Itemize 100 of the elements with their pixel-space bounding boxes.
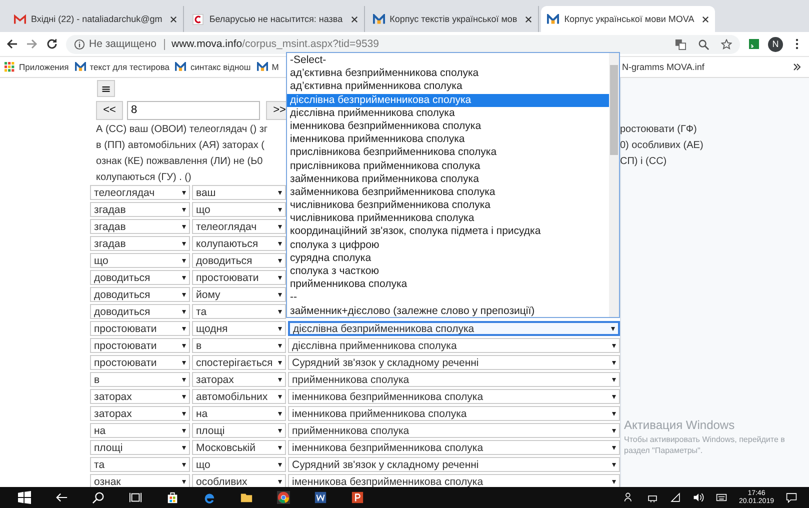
- previous-button[interactable]: <<: [96, 100, 123, 120]
- dependent-word-select[interactable]: простоювати: [192, 270, 286, 285]
- close-icon[interactable]: [525, 16, 532, 22]
- dependent-word-select[interactable]: автомобільних: [192, 389, 286, 404]
- head-word-select[interactable]: простоювати: [90, 355, 190, 370]
- head-word-select[interactable]: доводиться: [90, 270, 190, 285]
- dropdown-option[interactable]: -Select-: [287, 54, 609, 68]
- dropdown-option[interactable]: --: [287, 291, 609, 305]
- relation-select[interactable]: дієслівна безприйменникова сполука: [288, 321, 620, 336]
- dropdown-option[interactable]: сурядна сполука: [287, 252, 609, 265]
- dropdown-option[interactable]: іменникова прийменникова сполука: [287, 133, 609, 146]
- volume-icon[interactable]: [692, 492, 704, 503]
- dependent-word-select[interactable]: щодня: [192, 321, 286, 336]
- relation-select[interactable]: іменникова прийменникова сполука: [288, 406, 620, 421]
- dependent-word-select[interactable]: спостерігається: [192, 355, 286, 370]
- head-word-select[interactable]: згадав: [90, 219, 190, 234]
- relation-select[interactable]: дієслівна прийменникова сполука: [288, 338, 620, 353]
- dropdown-option[interactable]: займенник+дієслово (залежне слово у препозиції): [287, 304, 609, 318]
- dependent-word-select[interactable]: що: [192, 202, 286, 217]
- folder-icon[interactable]: [240, 491, 253, 504]
- head-word-select[interactable]: на: [90, 423, 190, 438]
- task-view-icon[interactable]: [129, 491, 142, 504]
- address-bar[interactable]: Не защищено www.mova.info/corpus_msint.aspx?tid=9539: [66, 34, 740, 54]
- back-icon[interactable]: [55, 491, 68, 504]
- dependent-word-select[interactable]: на: [192, 406, 286, 421]
- dropdown-option[interactable]: займенникова безприйменникова сполука: [287, 186, 609, 200]
- word-icon[interactable]: [314, 491, 327, 504]
- relation-select[interactable]: Сурядний зв'язок у складному реченні: [288, 457, 620, 472]
- head-word-select[interactable]: доводиться: [90, 287, 190, 302]
- browser-tab[interactable]: Вхідні (22) - nataliadarchuk@gm: [8, 6, 184, 32]
- dropdown-option[interactable]: ад’єктивна прийменникова сполука: [287, 80, 609, 94]
- head-word-select[interactable]: площі: [90, 440, 190, 455]
- profile-avatar[interactable]: N: [768, 36, 783, 52]
- head-word-select[interactable]: телеоглядач: [90, 185, 190, 200]
- dependent-word-select[interactable]: йому: [192, 287, 286, 302]
- head-word-select[interactable]: згадав: [90, 202, 190, 217]
- dependent-word-select[interactable]: площі: [192, 423, 286, 438]
- notification-icon[interactable]: [786, 492, 797, 503]
- dropdown-option[interactable]: іменникова безприйменникова сполука: [287, 120, 609, 134]
- dropdown-option[interactable]: займенникова прийменникова сполука: [287, 172, 609, 186]
- relation-select[interactable]: прийменникова сполука: [288, 372, 620, 387]
- dependent-word-select[interactable]: та: [192, 304, 286, 319]
- star-icon[interactable]: [721, 38, 732, 50]
- head-word-select[interactable]: простоювати: [90, 338, 190, 353]
- bookmark[interactable]: синтакс віднош: [175, 62, 251, 72]
- head-word-select[interactable]: заторах: [90, 389, 190, 404]
- close-icon[interactable]: [702, 16, 710, 22]
- relation-select[interactable]: Сурядний зв'язок у складному реченні: [288, 355, 620, 370]
- relation-select[interactable]: іменникова безприйменникова сполука: [288, 440, 620, 455]
- dropdown-option[interactable]: прислівникова прийменникова сполука: [287, 160, 609, 173]
- dependent-word-select[interactable]: в: [192, 338, 286, 353]
- relation-select[interactable]: прийменникова сполука: [288, 423, 620, 438]
- relation-select[interactable]: іменникова безприйменникова сполука: [288, 389, 620, 404]
- back-icon[interactable]: [6, 38, 18, 50]
- dependent-word-select[interactable]: що: [192, 457, 286, 472]
- head-word-select[interactable]: згадав: [90, 236, 190, 251]
- menu-button[interactable]: ≡: [97, 80, 115, 97]
- start-icon[interactable]: [18, 491, 31, 504]
- dependent-word-select[interactable]: доводиться: [192, 253, 286, 268]
- forward-icon[interactable]: [26, 38, 38, 50]
- dropdown-option[interactable]: числівникова прийменникова сполука: [287, 212, 609, 226]
- browser-tab[interactable]: Корпус української мови MOVA: [541, 6, 716, 32]
- zoom-icon[interactable]: [698, 38, 709, 50]
- head-word-select[interactable]: ознак: [90, 474, 190, 487]
- head-word-select[interactable]: доводиться: [90, 304, 190, 319]
- chrome-icon[interactable]: [277, 491, 290, 504]
- translate-icon[interactable]: [675, 38, 686, 50]
- head-word-select[interactable]: простоювати: [90, 321, 190, 336]
- dropdown-option[interactable]: прийменникова сполука: [287, 278, 609, 292]
- cast-icon[interactable]: [748, 38, 760, 50]
- head-word-select[interactable]: що: [90, 253, 190, 268]
- dependent-word-select[interactable]: особливих: [192, 474, 286, 487]
- dependent-word-select[interactable]: ваш: [192, 185, 286, 200]
- dependent-word-select[interactable]: заторах: [192, 372, 286, 387]
- dropdown-option[interactable]: координаційний зв'язок, сполука підмета і присудка: [287, 225, 609, 239]
- relation-select[interactable]: іменникова безприйменникова сполука: [288, 474, 620, 487]
- powerpoint-icon[interactable]: [351, 491, 364, 504]
- bookmark[interactable]: текст для тестирова: [74, 62, 170, 72]
- search-icon[interactable]: [92, 491, 105, 504]
- edge-icon[interactable]: [203, 491, 216, 504]
- store-icon[interactable]: [166, 491, 179, 504]
- head-word-select[interactable]: в: [90, 372, 190, 387]
- reload-icon[interactable]: [46, 38, 58, 50]
- browser-tab[interactable]: Беларусью не насытится: назва: [186, 6, 365, 32]
- dropdown-option[interactable]: сполука з цифрою: [287, 238, 609, 252]
- bookmark[interactable]: N-gramms MOVA.inf: [622, 62, 704, 72]
- dropdown-option[interactable]: дієслівна безприйменникова сполука: [287, 94, 609, 107]
- dropdown-option[interactable]: числівникова безприйменникова сполука: [287, 199, 609, 212]
- close-icon[interactable]: [350, 16, 358, 22]
- wifi-icon[interactable]: [670, 492, 681, 503]
- browser-tab[interactable]: Корпус текстів української мов: [366, 6, 540, 32]
- bookmark[interactable]: Приложения: [4, 62, 69, 72]
- dependent-word-select[interactable]: Московській: [192, 440, 286, 455]
- page-number-field[interactable]: 8: [127, 100, 260, 120]
- dropdown-option[interactable]: сполука з часткою: [287, 265, 609, 278]
- bookmark[interactable]: М: [256, 62, 279, 72]
- scrollbar[interactable]: [609, 53, 619, 317]
- keyboard-icon[interactable]: [716, 492, 727, 503]
- more-bookmarks-icon[interactable]: [793, 63, 801, 71]
- dropdown-option[interactable]: прислівникова безприйменникова сполука: [287, 146, 609, 160]
